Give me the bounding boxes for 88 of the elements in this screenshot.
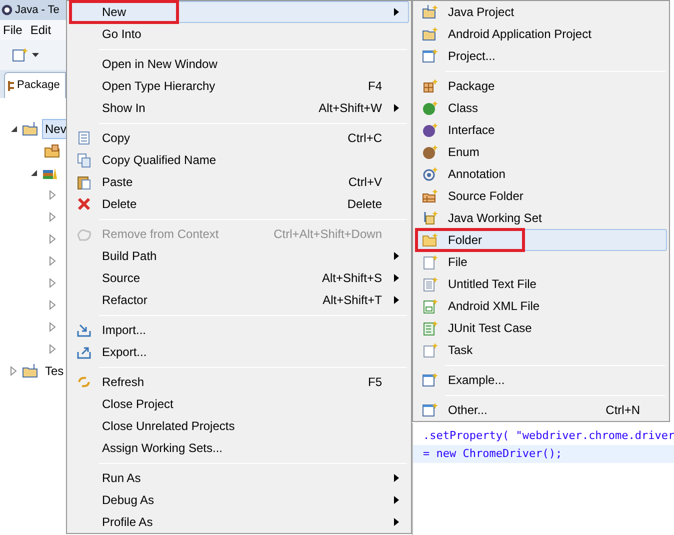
menu-item[interactable]: Example... — [415, 369, 667, 391]
new-window-icon — [422, 402, 438, 418]
menu-item[interactable]: Untitled Text File — [415, 273, 667, 295]
menu-item[interactable]: Go Into — [69, 23, 409, 45]
text-file-icon — [422, 276, 438, 292]
menu-item[interactable]: Other... Ctrl+N — [415, 399, 667, 421]
tree-item[interactable]: Tes — [42, 361, 67, 381]
app-icon — [1, 4, 13, 16]
expand-icon[interactable] — [49, 322, 57, 332]
menu-item[interactable]: Build Path — [69, 245, 409, 267]
code-line: = new ChromeDriver(); — [423, 446, 562, 462]
at-sign-icon — [422, 166, 438, 182]
view-tab[interactable]: Package — [4, 72, 66, 98]
collapse-icon[interactable] — [10, 125, 18, 133]
import-icon — [76, 322, 92, 338]
menu-item[interactable]: File — [415, 251, 667, 273]
test-case-icon — [422, 320, 438, 336]
document-icon — [76, 130, 92, 146]
menu-item[interactable]: Annotation — [415, 163, 667, 185]
refresh-icon — [76, 374, 92, 390]
file-icon — [422, 254, 438, 270]
xml-file-icon — [422, 298, 438, 314]
project-folder-icon — [22, 121, 38, 137]
menu-item[interactable]: Delete Delete — [69, 193, 409, 215]
menu-item[interactable]: Interface — [415, 119, 667, 141]
documents-icon — [76, 152, 92, 168]
delete-icon — [76, 196, 92, 212]
interface-icon — [422, 122, 438, 138]
menu-item[interactable]: Class — [415, 97, 667, 119]
task-icon — [422, 342, 438, 358]
menu-item[interactable]: Refresh F5 — [69, 371, 409, 393]
new-window-icon — [422, 48, 438, 64]
menu-item[interactable]: New — [69, 1, 409, 23]
menu-item[interactable]: Paste Ctrl+V — [69, 171, 409, 193]
package-icon — [422, 78, 438, 94]
project-folder-icon — [22, 363, 38, 379]
enum-icon — [422, 144, 438, 160]
collapse-icon[interactable] — [30, 169, 38, 177]
expand-icon[interactable] — [49, 278, 57, 288]
working-set-icon — [422, 210, 438, 226]
folder-icon — [422, 232, 438, 248]
class-icon — [422, 100, 438, 116]
menu-item[interactable]: Enum — [415, 141, 667, 163]
new-window-icon[interactable] — [12, 47, 28, 63]
code-line: .setProperty( "webdriver.chrome.driver — [423, 428, 674, 444]
source-folder-icon — [422, 188, 438, 204]
expand-icon[interactable] — [49, 190, 57, 200]
project-folder-icon — [422, 4, 438, 20]
menu-item[interactable]: Export... — [69, 341, 409, 363]
menu-item[interactable]: Package — [415, 75, 667, 97]
dropdown-icon[interactable] — [32, 53, 39, 57]
project-folder-icon — [422, 26, 438, 42]
menu-item[interactable]: Project... — [415, 45, 667, 67]
package-view-icon — [7, 80, 15, 92]
menu-item[interactable]: Open Type Hierarchy F4 — [69, 75, 409, 97]
expand-icon[interactable] — [49, 256, 57, 266]
expand-icon[interactable] — [49, 212, 57, 222]
window-title: Java - Te — [15, 2, 60, 18]
menu-item[interactable]: Android XML File — [415, 295, 667, 317]
new-window-icon — [422, 372, 438, 388]
menu-item[interactable]: Show In Alt+Shift+W — [69, 97, 409, 119]
menu-item[interactable]: Source Folder — [415, 185, 667, 207]
expand-icon[interactable] — [49, 234, 57, 244]
menu-bar-item[interactable]: File — [3, 21, 22, 39]
menu-item[interactable]: Java Working Set — [415, 207, 667, 229]
menu-item[interactable]: Android Application Project — [415, 23, 667, 45]
menu-item[interactable]: JUnit Test Case — [415, 317, 667, 339]
menu-item[interactable]: Assign Working Sets... — [69, 437, 409, 459]
menu-item[interactable]: Close Project — [69, 393, 409, 415]
menu-item[interactable]: Copy Ctrl+C — [69, 127, 409, 149]
menu-item[interactable]: Task — [415, 339, 667, 361]
menu-item[interactable]: Close Unrelated Projects — [69, 415, 409, 437]
expand-icon[interactable] — [10, 366, 18, 376]
menu-item[interactable]: Source Alt+Shift+S — [69, 267, 409, 289]
menu-item[interactable]: Run As — [69, 467, 409, 489]
menu-bar-item[interactable]: Edit — [30, 21, 52, 39]
clipboard-icon — [76, 174, 92, 190]
menu-item[interactable]: Import... — [69, 319, 409, 341]
menu-item[interactable]: Copy Qualified Name — [69, 149, 409, 171]
menu-item[interactable]: Profile As — [69, 511, 409, 533]
package-folder-icon — [44, 143, 60, 159]
menu-item[interactable]: Refactor Alt+Shift+T — [69, 289, 409, 311]
menu-item[interactable]: Debug As — [69, 489, 409, 511]
menu-item[interactable]: Folder — [415, 229, 667, 251]
expand-icon[interactable] — [49, 344, 57, 354]
menu-item[interactable]: Java Project — [415, 1, 667, 23]
expand-icon[interactable] — [49, 300, 57, 310]
menu-item[interactable]: Open in New Window — [69, 53, 409, 75]
